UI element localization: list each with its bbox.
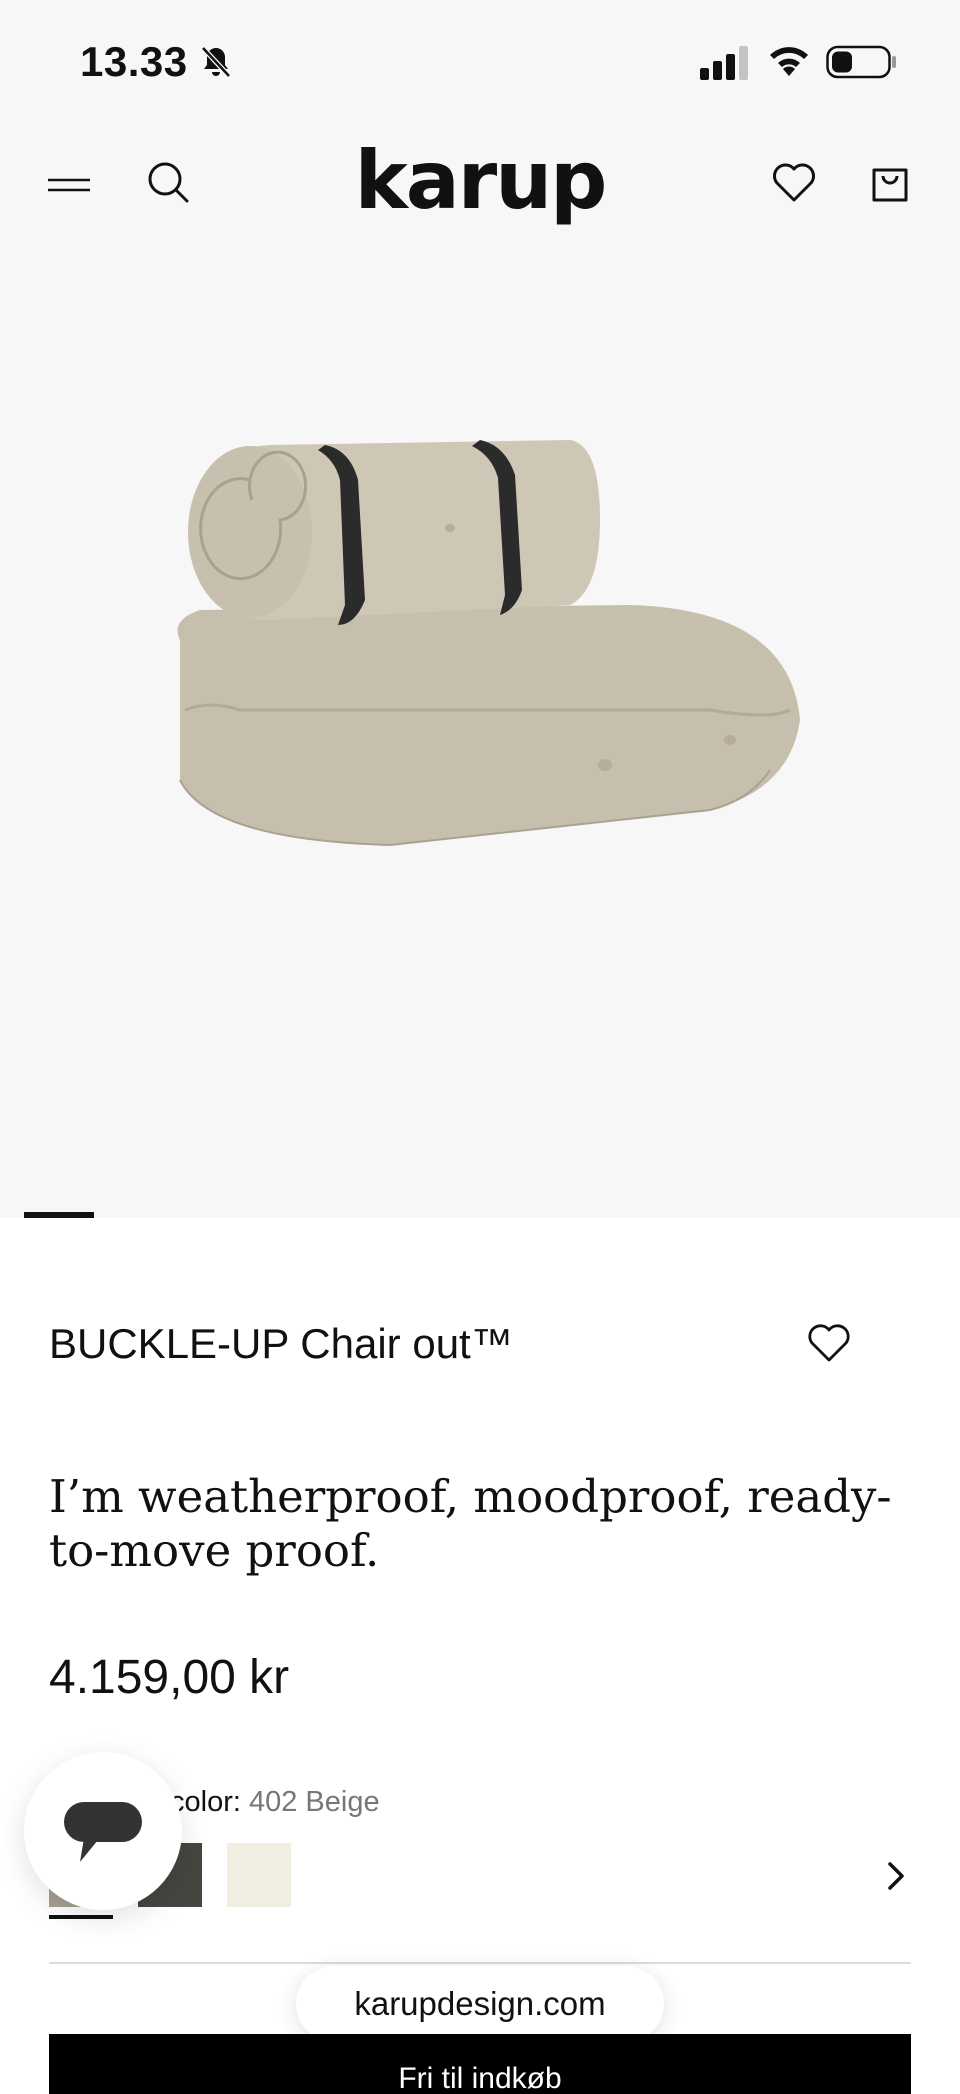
divider <box>49 1962 911 1964</box>
product-tagline: I’m weatherproof, moodproof, ready-to-mo… <box>49 1470 892 1577</box>
battery-icon <box>826 45 896 79</box>
chevron-right-icon[interactable] <box>878 1856 914 1896</box>
heart-icon[interactable] <box>806 1320 852 1366</box>
heart-icon[interactable] <box>770 158 818 206</box>
product-price: 4.159,00 kr <box>49 1651 290 1704</box>
color-value: 402 Beige <box>248 1786 380 1818</box>
bottom-cta-label: Fri til indkøb <box>398 2062 562 2094</box>
site-header: karup <box>0 120 960 250</box>
color-label: color: <box>170 1786 241 1818</box>
status-bar: 13.33 <box>0 0 960 120</box>
status-time: 13.33 <box>80 38 188 85</box>
bell-slash-icon <box>201 46 231 78</box>
product-image <box>177 440 800 847</box>
wifi-icon <box>770 47 808 76</box>
chat-bubble-icon <box>64 1802 142 1862</box>
selected-swatch-indicator <box>49 1915 113 1919</box>
color-selector-label: color: 402 Beige <box>170 1786 380 1819</box>
cellular-signal-icon <box>700 46 748 80</box>
shopping-bag-icon[interactable] <box>866 158 914 206</box>
product-gallery[interactable] <box>0 250 960 1218</box>
url-text: karupdesign.com <box>354 1985 606 2022</box>
chat-button[interactable] <box>24 1752 182 1910</box>
color-swatch-off-white[interactable] <box>227 1843 291 1907</box>
product-title: BUCKLE-UP Chair out™ <box>49 1320 513 1367</box>
browser-url-bar[interactable]: karupdesign.com <box>296 1966 664 2042</box>
gallery-indicator <box>24 1212 94 1218</box>
bottom-cta-bar[interactable]: Fri til indkøb <box>49 2034 911 2094</box>
